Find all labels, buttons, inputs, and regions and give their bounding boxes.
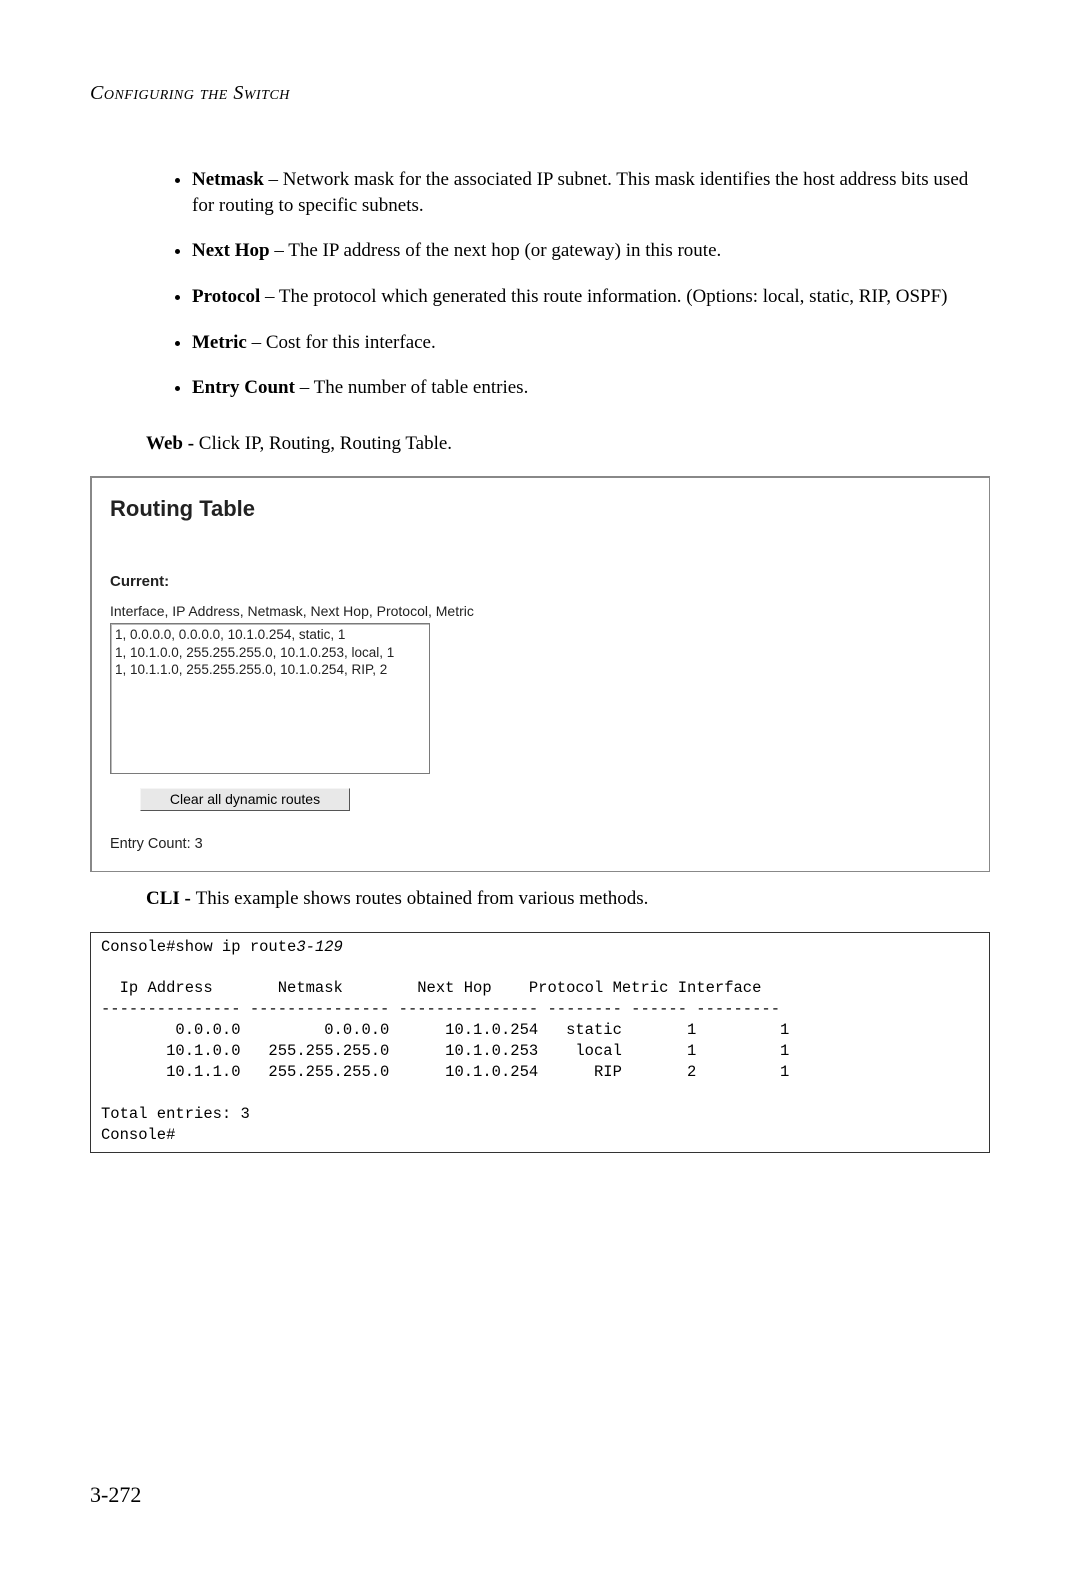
cli-prompt-cmd: Console#show ip route	[101, 938, 296, 956]
panel-title: Routing Table	[110, 494, 979, 524]
body-content: Netmask – Network mask for the associate…	[146, 167, 990, 456]
columns-label: Interface, IP Address, Netmask, Next Hop…	[110, 602, 979, 621]
cli-intro-block: CLI - This example shows routes obtained…	[146, 886, 990, 912]
cli-row: 10.1.1.0 255.255.255.0 10.1.0.254 RIP 2 …	[101, 1063, 789, 1081]
web-text: Click IP, Routing, Routing Table.	[199, 433, 452, 454]
cli-instruction: CLI - This example shows routes obtained…	[146, 886, 990, 912]
definition-list: Netmask – Network mask for the associate…	[146, 167, 990, 401]
entry-count-text: Entry Count: 3	[110, 835, 979, 855]
page-number: 3-272	[90, 1480, 141, 1510]
definition-desc: – Cost for this interface.	[247, 332, 436, 353]
definition-item: Protocol – The protocol which generated …	[192, 284, 990, 310]
web-lead: Web -	[146, 433, 199, 454]
clear-dynamic-routes-button[interactable]: Clear all dynamic routes	[140, 788, 350, 811]
routing-table-listbox[interactable]: 1, 0.0.0.0, 0.0.0.0, 10.1.0.254, static,…	[110, 623, 430, 774]
cli-text: This example shows routes obtained from …	[196, 888, 649, 909]
definition-item: Netmask – Network mask for the associate…	[192, 167, 990, 218]
web-instruction: Web - Click IP, Routing, Routing Table.	[146, 431, 990, 457]
cli-row: 10.1.0.0 255.255.255.0 10.1.0.253 local …	[101, 1042, 789, 1060]
definition-term: Entry Count	[192, 377, 295, 398]
definition-desc: – Network mask for the associated IP sub…	[192, 169, 968, 216]
definition-term: Protocol	[192, 286, 260, 307]
list-item[interactable]: 1, 0.0.0.0, 0.0.0.0, 10.1.0.254, static,…	[115, 626, 425, 644]
cli-header-row: Ip Address Netmask Next Hop Protocol Met…	[101, 979, 761, 997]
cli-divider: --------------- --------------- --------…	[101, 1000, 780, 1018]
definition-term: Metric	[192, 332, 247, 353]
cli-output-box: Console#show ip route3-129 Ip Address Ne…	[90, 932, 990, 1153]
cli-row: 0.0.0.0 0.0.0.0 10.1.0.254 static 1 1	[101, 1021, 789, 1039]
definition-desc: – The number of table entries.	[295, 377, 528, 398]
page: Configuring the Switch Netmask – Network…	[0, 0, 1080, 1570]
cli-page-ref: 3-129	[296, 938, 343, 956]
cli-lead: CLI -	[146, 888, 196, 909]
list-item[interactable]: 1, 10.1.0.0, 255.255.255.0, 10.1.0.253, …	[115, 644, 425, 662]
definition-item: Entry Count – The number of table entrie…	[192, 375, 990, 401]
definition-item: Next Hop – The IP address of the next ho…	[192, 238, 990, 264]
routing-table-panel: Routing Table Current: Interface, IP Add…	[90, 476, 990, 871]
cli-total: Total entries: 3	[101, 1105, 250, 1123]
cli-end-prompt: Console#	[101, 1126, 175, 1144]
definition-desc: – The IP address of the next hop (or gat…	[270, 240, 722, 261]
definition-desc: – The protocol which generated this rout…	[260, 286, 947, 307]
definition-item: Metric – Cost for this interface.	[192, 330, 990, 356]
definition-term: Next Hop	[192, 240, 270, 261]
current-label: Current:	[110, 572, 979, 592]
running-head: Configuring the Switch	[90, 80, 990, 107]
definition-term: Netmask	[192, 169, 264, 190]
list-item[interactable]: 1, 10.1.1.0, 255.255.255.0, 10.1.0.254, …	[115, 661, 425, 679]
